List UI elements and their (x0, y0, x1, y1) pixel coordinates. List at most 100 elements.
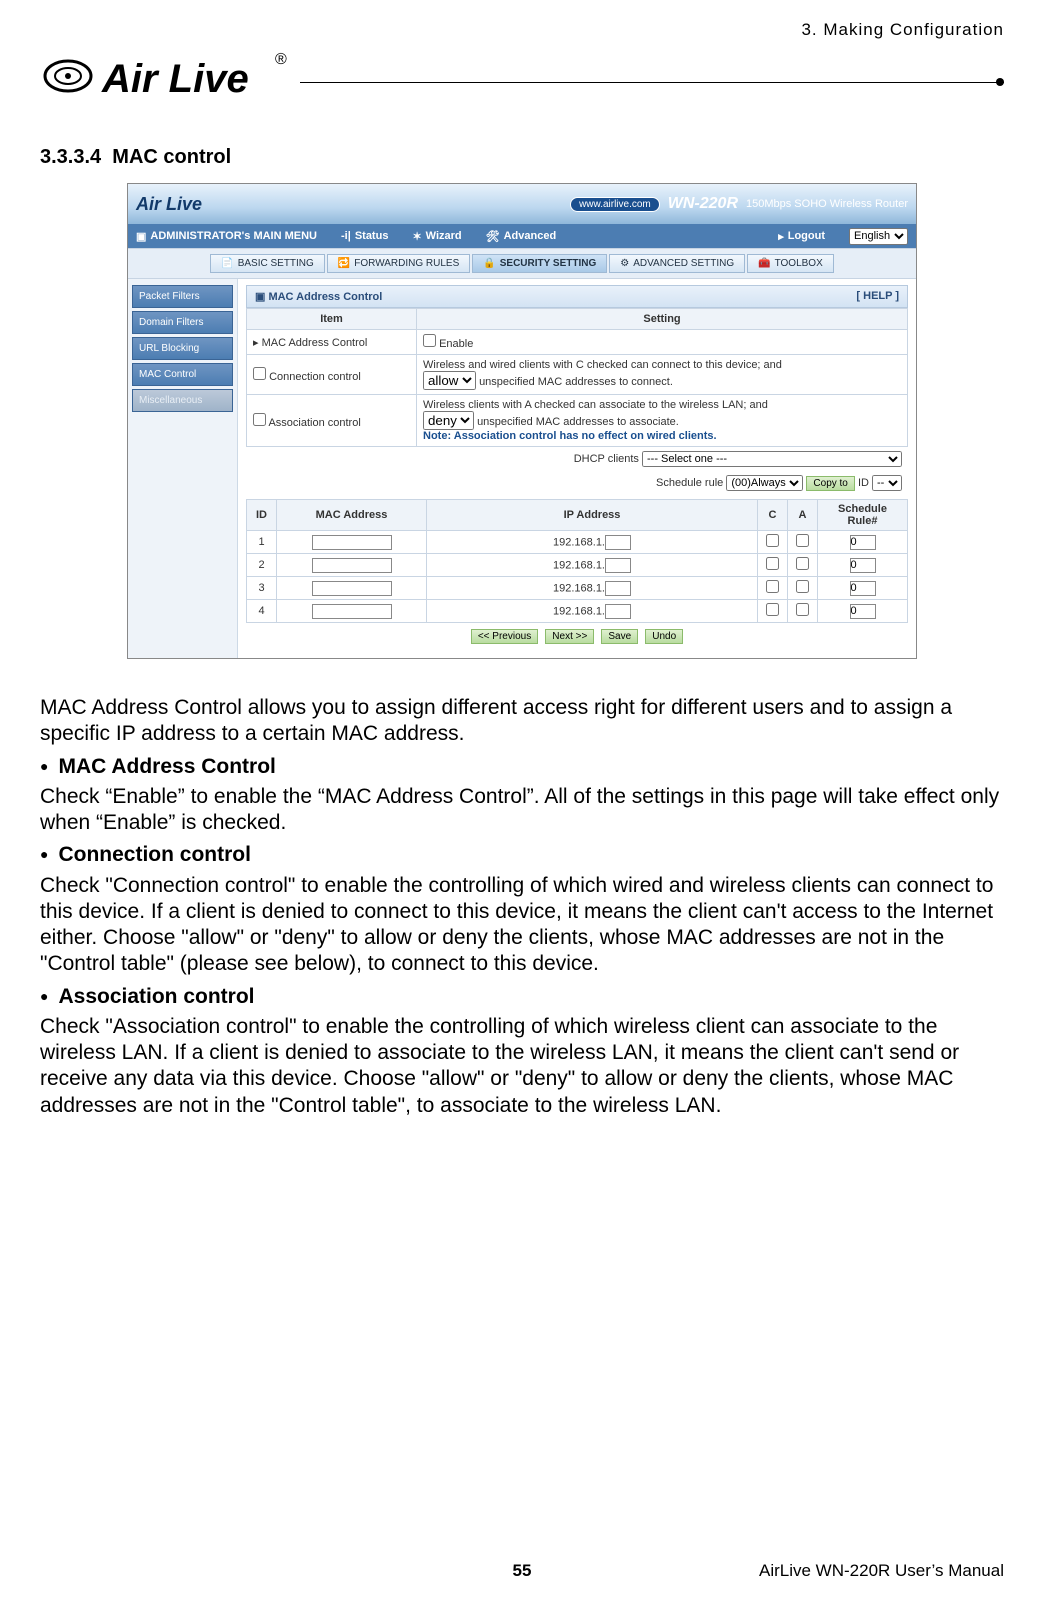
panel-header: ▣ MAC Address Control [ HELP ] (246, 285, 908, 308)
a-checkbox[interactable] (796, 534, 809, 547)
sched-input[interactable] (850, 581, 876, 596)
ip-input[interactable] (605, 604, 631, 619)
sidenav-miscellaneous[interactable]: Miscellaneous (132, 389, 233, 412)
model-label: WN-220R (668, 195, 738, 213)
table-row: 3 192.168.1. (247, 577, 908, 600)
sched-input[interactable] (850, 558, 876, 573)
row-association-setting: Wireless clients with A checked can asso… (417, 395, 908, 447)
url-pill: www.airlive.com (570, 197, 660, 212)
enable-label: Enable (439, 338, 473, 350)
sched-input[interactable] (850, 535, 876, 550)
menu-admin[interactable]: ▣ ADMINISTRATOR's MAIN MENU (136, 230, 317, 243)
menu-status[interactable]: -i| Status (341, 230, 388, 242)
menu-advanced[interactable]: 🛠 Advanced (486, 230, 557, 243)
copy-to-button[interactable]: Copy to (806, 476, 854, 491)
tab-advanced-setting[interactable]: ⚙ ADVANCED SETTING (609, 254, 745, 273)
sidenav-url-blocking[interactable]: URL Blocking (132, 337, 233, 360)
connection-select[interactable]: allow (423, 371, 476, 390)
heading-association-control: Association control (40, 984, 1004, 1010)
page-number: 55 (513, 1561, 532, 1581)
heading-mac-address-control: MAC Address Control (40, 754, 1004, 780)
table-row: 4 192.168.1. (247, 600, 908, 623)
id-label: ID (858, 477, 869, 489)
chapter-header: 3. Making Configuration (40, 20, 1004, 40)
association-select[interactable]: deny (423, 411, 474, 430)
c-checkbox[interactable] (766, 603, 779, 616)
manual-title: AirLive WN-220R User’s Manual (759, 1561, 1004, 1581)
a-checkbox[interactable] (796, 557, 809, 570)
menu-wizard[interactable]: ✶ Wizard (412, 230, 461, 243)
table-row: 1 192.168.1. (247, 531, 908, 554)
undo-button[interactable]: Undo (645, 629, 683, 644)
col-setting: Setting (417, 309, 908, 330)
dhcp-select[interactable]: --- Select one --- (642, 451, 902, 467)
cell-id: 3 (247, 577, 277, 600)
schedule-row: Schedule rule (00)Always Copy to ID -- (246, 471, 908, 495)
col-item: Item (247, 309, 417, 330)
a-checkbox[interactable] (796, 603, 809, 616)
id-select[interactable]: -- (872, 475, 902, 491)
mac-input[interactable] (312, 581, 392, 596)
tab-forwarding-label: FORWARDING RULES (354, 258, 459, 269)
tab-basic-setting[interactable]: 📄 BASIC SETTING (210, 254, 325, 273)
sched-input[interactable] (850, 604, 876, 619)
c-checkbox[interactable] (766, 557, 779, 570)
tab-security-setting[interactable]: 🔒 SECURITY SETTING (472, 254, 607, 273)
toolbar: 📄 BASIC SETTING 🔁 FORWARDING RULES 🔒 SEC… (128, 248, 916, 279)
intro-paragraph: MAC Address Control allows you to assign… (40, 695, 1004, 748)
para-association-control: Check "Association control" to enable th… (40, 1014, 1004, 1119)
mac-input[interactable] (312, 604, 392, 619)
connection-checkbox[interactable] (253, 367, 266, 380)
menu-status-label: Status (355, 230, 389, 242)
sidenav-packet-filters[interactable]: Packet Filters (132, 285, 233, 308)
section-heading: MAC control (112, 146, 231, 168)
c-checkbox[interactable] (766, 580, 779, 593)
mac-input[interactable] (312, 535, 392, 550)
association-desc-1: Wireless clients with A checked can asso… (423, 399, 768, 411)
association-checkbox[interactable] (253, 413, 266, 426)
cell-id: 2 (247, 554, 277, 577)
section-title: 3.3.3.4 MAC control (40, 146, 1004, 169)
tab-toolbox[interactable]: 🧰 TOOLBOX (747, 254, 834, 273)
sidenav-mac-control[interactable]: MAC Control (132, 363, 233, 386)
ip-prefix: 192.168.1. (553, 605, 605, 617)
svg-text:Air Live: Air Live (101, 57, 249, 101)
ip-prefix: 192.168.1. (553, 536, 605, 548)
a-checkbox[interactable] (796, 580, 809, 593)
ip-input[interactable] (605, 581, 631, 596)
association-note: Note: Association control has no effect … (423, 430, 717, 442)
row-connection-setting: Wireless and wired clients with C checke… (417, 355, 908, 395)
cell-id: 4 (247, 600, 277, 623)
enable-checkbox[interactable] (423, 334, 436, 347)
row-mac-control-setting: Enable (417, 330, 908, 355)
section-number: 3.3.3.4 (40, 146, 101, 168)
svg-text:®: ® (275, 51, 287, 68)
mac-input[interactable] (312, 558, 392, 573)
banner: Air Live www.airlive.com WN-220R 150Mbps… (128, 184, 916, 224)
save-button[interactable]: Save (601, 629, 638, 644)
menubar: ▣ ADMINISTRATOR's MAIN MENU -i| Status ✶… (128, 224, 916, 248)
ip-input[interactable] (605, 558, 631, 573)
help-link[interactable]: [ HELP ] (856, 290, 899, 303)
association-desc-2: unspecified MAC addresses to associate. (477, 416, 679, 428)
c-checkbox[interactable] (766, 534, 779, 547)
dhcp-label: DHCP clients (574, 453, 639, 465)
ip-input[interactable] (605, 535, 631, 550)
menu-logout[interactable]: ▸ Logout (778, 230, 825, 243)
prev-button[interactable]: << Previous (471, 629, 538, 644)
gcol-ip: IP Address (427, 500, 758, 531)
schedule-select[interactable]: (00)Always (726, 475, 803, 491)
router-ui-screenshot: Air Live www.airlive.com WN-220R 150Mbps… (127, 183, 917, 659)
next-button[interactable]: Next >> (545, 629, 594, 644)
sidenav-domain-filters[interactable]: Domain Filters (132, 311, 233, 334)
tab-toolbox-label: TOOLBOX (775, 258, 823, 269)
panel-title: MAC Address Control (268, 291, 382, 303)
dhcp-row: DHCP clients --- Select one --- (246, 447, 908, 471)
sidenav: Packet Filters Domain Filters URL Blocki… (128, 279, 238, 658)
table-row: 2 192.168.1. (247, 554, 908, 577)
gcol-sched: Schedule Rule# (818, 500, 908, 531)
tab-forwarding-rules[interactable]: 🔁 FORWARDING RULES (327, 254, 470, 273)
model-subtitle: 150Mbps SOHO Wireless Router (746, 198, 908, 210)
language-select[interactable]: English (849, 228, 908, 245)
menu-admin-label: ADMINISTRATOR's MAIN MENU (150, 230, 317, 242)
